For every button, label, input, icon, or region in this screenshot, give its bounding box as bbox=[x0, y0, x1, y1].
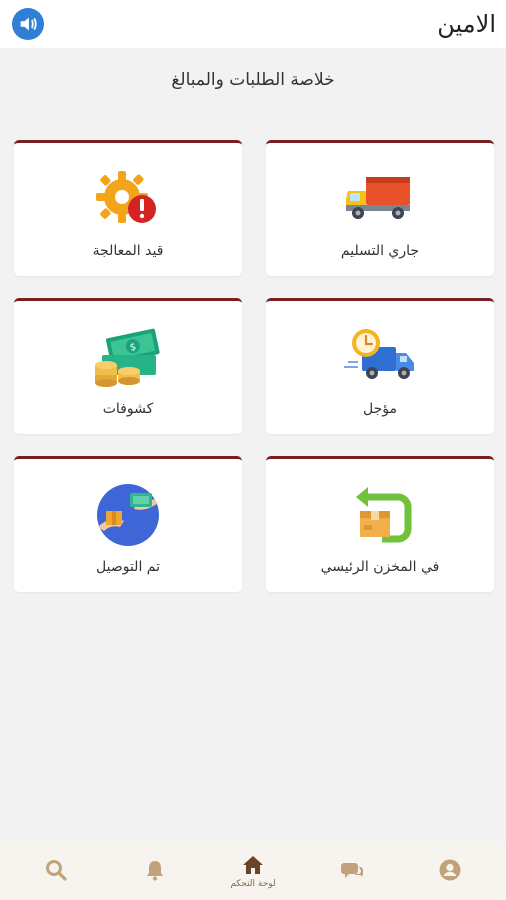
nav-dashboard-label: لوحة التحكم bbox=[230, 879, 276, 889]
gear-warning-icon bbox=[96, 171, 156, 223]
delayed-truck-clock-icon bbox=[344, 329, 414, 379]
status-cards-grid: قيد المعالجة جاري التسليم $ كشوفات مؤجل … bbox=[14, 140, 494, 592]
nav-notifications[interactable] bbox=[119, 842, 191, 900]
hand-over-package-icon bbox=[97, 484, 159, 546]
card-statements-label: كشوفات bbox=[102, 401, 154, 417]
nav-profile[interactable] bbox=[414, 842, 486, 900]
card-statements[interactable]: $ كشوفات bbox=[14, 298, 242, 434]
card-postponed[interactable]: مؤجل bbox=[266, 298, 494, 434]
nav-search[interactable] bbox=[20, 842, 92, 900]
user-icon bbox=[439, 859, 461, 881]
card-delivering[interactable]: جاري التسليم bbox=[266, 140, 494, 276]
card-delivering-label: جاري التسليم bbox=[340, 243, 420, 259]
summary-title: خلاصة الطلبات والمبالغ bbox=[171, 70, 335, 90]
card-delivered[interactable]: تم التوصيل bbox=[14, 456, 242, 592]
warehouse-return-box-icon bbox=[356, 487, 412, 543]
card-postponed-label: مؤجل bbox=[363, 401, 397, 417]
card-main-warehouse[interactable]: في المخزن الرئيسي bbox=[266, 456, 494, 592]
nav-chat[interactable] bbox=[316, 842, 388, 900]
card-main-warehouse-label: في المخزن الرئيسي bbox=[320, 559, 440, 575]
bell-icon bbox=[146, 861, 163, 881]
nav-dashboard[interactable]: لوحة التحكم bbox=[217, 842, 289, 900]
delivery-truck-icon bbox=[346, 177, 410, 219]
card-delivered-label: تم التوصيل bbox=[96, 559, 160, 575]
money-coins-icon: $ bbox=[95, 328, 160, 387]
home-icon bbox=[243, 856, 263, 874]
top-app-bar: الامين bbox=[0, 0, 506, 48]
card-processing-label: قيد المعالجة bbox=[92, 243, 164, 259]
speaker-icon[interactable] bbox=[12, 8, 44, 40]
bottom-navigation: لوحة التحكم bbox=[0, 842, 506, 900]
card-processing[interactable]: قيد المعالجة bbox=[14, 140, 242, 276]
app-title: الامين bbox=[437, 10, 496, 38]
search-icon bbox=[46, 860, 67, 881]
chat-icon bbox=[340, 863, 363, 878]
